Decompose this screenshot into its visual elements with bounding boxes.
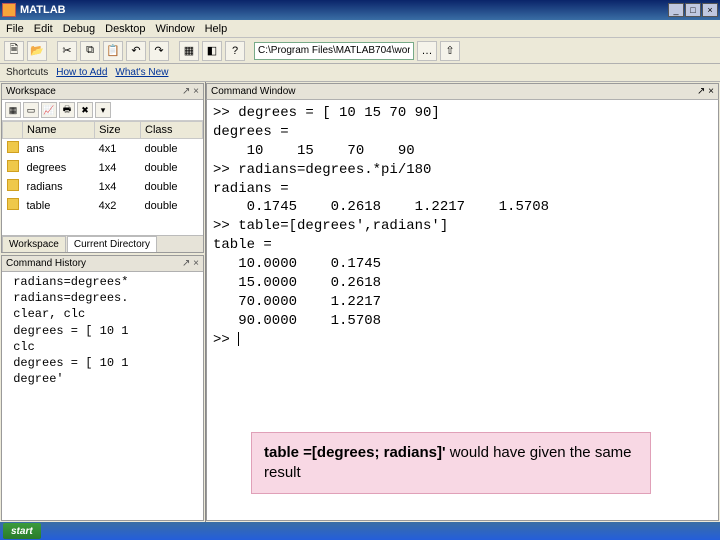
command-line: degrees = <box>213 123 712 142</box>
plot-icon[interactable]: 📈 <box>41 102 57 118</box>
variable-icon <box>7 198 19 210</box>
col-class[interactable]: Class <box>141 122 203 139</box>
command-line: table = <box>213 236 712 255</box>
windows-taskbar: start <box>0 522 720 540</box>
shortcut-whats-new[interactable]: What's New <box>115 67 168 78</box>
command-window[interactable]: >> degrees = [ 10 15 70 90] degrees = 10… <box>206 100 719 521</box>
command-line: 70.0000 1.2217 <box>213 293 712 312</box>
variable-icon <box>7 179 19 191</box>
command-line: 15.0000 0.2618 <box>213 274 712 293</box>
tab-workspace[interactable]: Workspace <box>2 236 66 252</box>
command-prompt: >> <box>213 331 712 350</box>
history-line[interactable]: radians=degrees. <box>6 290 199 306</box>
command-line: 10 15 70 90 <box>213 142 712 161</box>
history-line[interactable]: clear, clc <box>6 306 199 322</box>
command-history-list[interactable]: radians=degrees* radians=degrees. clear,… <box>2 272 203 389</box>
maximize-button[interactable]: □ <box>685 3 701 17</box>
window-title: MATLAB <box>20 4 668 16</box>
table-row[interactable]: degrees1x4double <box>3 158 203 177</box>
command-window-title-text: Command Window <box>211 86 295 97</box>
paste-icon[interactable]: 📋 <box>103 41 123 61</box>
browse-folder-icon[interactable]: … <box>417 41 437 61</box>
command-line: >> radians=degrees.*pi/180 <box>213 161 712 180</box>
history-line[interactable]: degrees = [ 10 1 <box>6 355 199 371</box>
menu-debug[interactable]: Debug <box>63 23 95 35</box>
history-title-text: Command History <box>6 258 86 269</box>
menu-edit[interactable]: Edit <box>34 23 53 35</box>
delete-icon[interactable]: ✖ <box>77 102 93 118</box>
command-dock-controls[interactable]: ↗ × <box>697 86 714 97</box>
menu-file[interactable]: File <box>6 23 24 35</box>
workspace-title-text: Workspace <box>6 86 56 97</box>
menu-window[interactable]: Window <box>155 23 194 35</box>
start-button[interactable]: start <box>3 523 41 539</box>
matlab-icon <box>2 3 16 17</box>
command-line: >> table=[degrees',radians'] <box>213 217 712 236</box>
workspace-panel-title: Workspace ↗ × <box>2 84 203 100</box>
command-window-title: Command Window ↗ × <box>206 83 719 100</box>
shortcut-how-to-add[interactable]: How to Add <box>56 67 107 78</box>
toolbar: 🗎 📂 ✂ ⧉ 📋 ↶ ↷ ▦ ◧ ? … ⇧ <box>0 38 720 64</box>
new-var-icon[interactable]: ▦ <box>5 102 21 118</box>
menu-desktop[interactable]: Desktop <box>105 23 145 35</box>
tab-current-directory[interactable]: Current Directory <box>67 236 157 252</box>
guide-icon[interactable]: ◧ <box>202 41 222 61</box>
menu-bar: File Edit Debug Desktop Window Help <box>0 20 720 38</box>
command-line: 0.1745 0.2618 1.2217 1.5708 <box>213 198 712 217</box>
workspace-dock-controls[interactable]: ↗ × <box>182 86 199 97</box>
history-dock-controls[interactable]: ↗ × <box>182 258 199 269</box>
print-icon[interactable]: 🖶 <box>59 102 75 118</box>
workspace-toolbar: ▦ ▭ 📈 🖶 ✖ ▾ <box>2 100 203 121</box>
undo-icon[interactable]: ↶ <box>126 41 146 61</box>
annotation-callout: table =[degrees; radians]' would have gi… <box>251 432 651 495</box>
table-row[interactable]: radians1x4double <box>3 177 203 196</box>
history-line[interactable]: degrees = [ 10 1 <box>6 323 199 339</box>
menu-help[interactable]: Help <box>205 23 228 35</box>
window-titlebar: MATLAB _ □ × <box>0 0 720 20</box>
redo-icon[interactable]: ↷ <box>149 41 169 61</box>
shortcuts-bar: Shortcuts How to Add What's New <box>0 64 720 82</box>
workspace-table: Name Size Class ans4x1double degrees1x4d… <box>2 121 203 215</box>
go-up-icon[interactable]: ⇧ <box>440 41 460 61</box>
help-icon[interactable]: ? <box>225 41 245 61</box>
cut-icon[interactable]: ✂ <box>57 41 77 61</box>
command-line: 90.0000 1.5708 <box>213 312 712 331</box>
text-cursor <box>238 332 239 346</box>
stack-icon[interactable]: ▾ <box>95 102 111 118</box>
col-name[interactable]: Name <box>23 122 95 139</box>
copy-icon[interactable]: ⧉ <box>80 41 100 61</box>
command-line: radians = <box>213 180 712 199</box>
open-file-icon[interactable]: 📂 <box>27 41 47 61</box>
history-panel-title: Command History ↗ × <box>2 256 203 272</box>
table-row[interactable]: ans4x1double <box>3 139 203 159</box>
simulink-icon[interactable]: ▦ <box>179 41 199 61</box>
current-directory-input[interactable] <box>254 42 414 60</box>
minimize-button[interactable]: _ <box>668 3 684 17</box>
command-line: 10.0000 0.1745 <box>213 255 712 274</box>
history-line[interactable]: clc <box>6 339 199 355</box>
variable-icon <box>7 160 19 172</box>
workspace-tabs: Workspace Current Directory <box>2 235 203 252</box>
table-row[interactable]: table4x2double <box>3 196 203 215</box>
command-line: >> degrees = [ 10 15 70 90] <box>213 104 712 123</box>
callout-code: table =[degrees; radians]' <box>264 444 446 461</box>
new-file-icon[interactable]: 🗎 <box>4 41 24 61</box>
open-var-icon[interactable]: ▭ <box>23 102 39 118</box>
shortcuts-label: Shortcuts <box>6 67 48 78</box>
window-controls: _ □ × <box>668 3 718 17</box>
variable-icon <box>7 141 19 153</box>
history-line[interactable]: radians=degrees* <box>6 274 199 290</box>
col-size[interactable]: Size <box>95 122 141 139</box>
close-button[interactable]: × <box>702 3 718 17</box>
history-line[interactable]: degree' <box>6 371 199 387</box>
